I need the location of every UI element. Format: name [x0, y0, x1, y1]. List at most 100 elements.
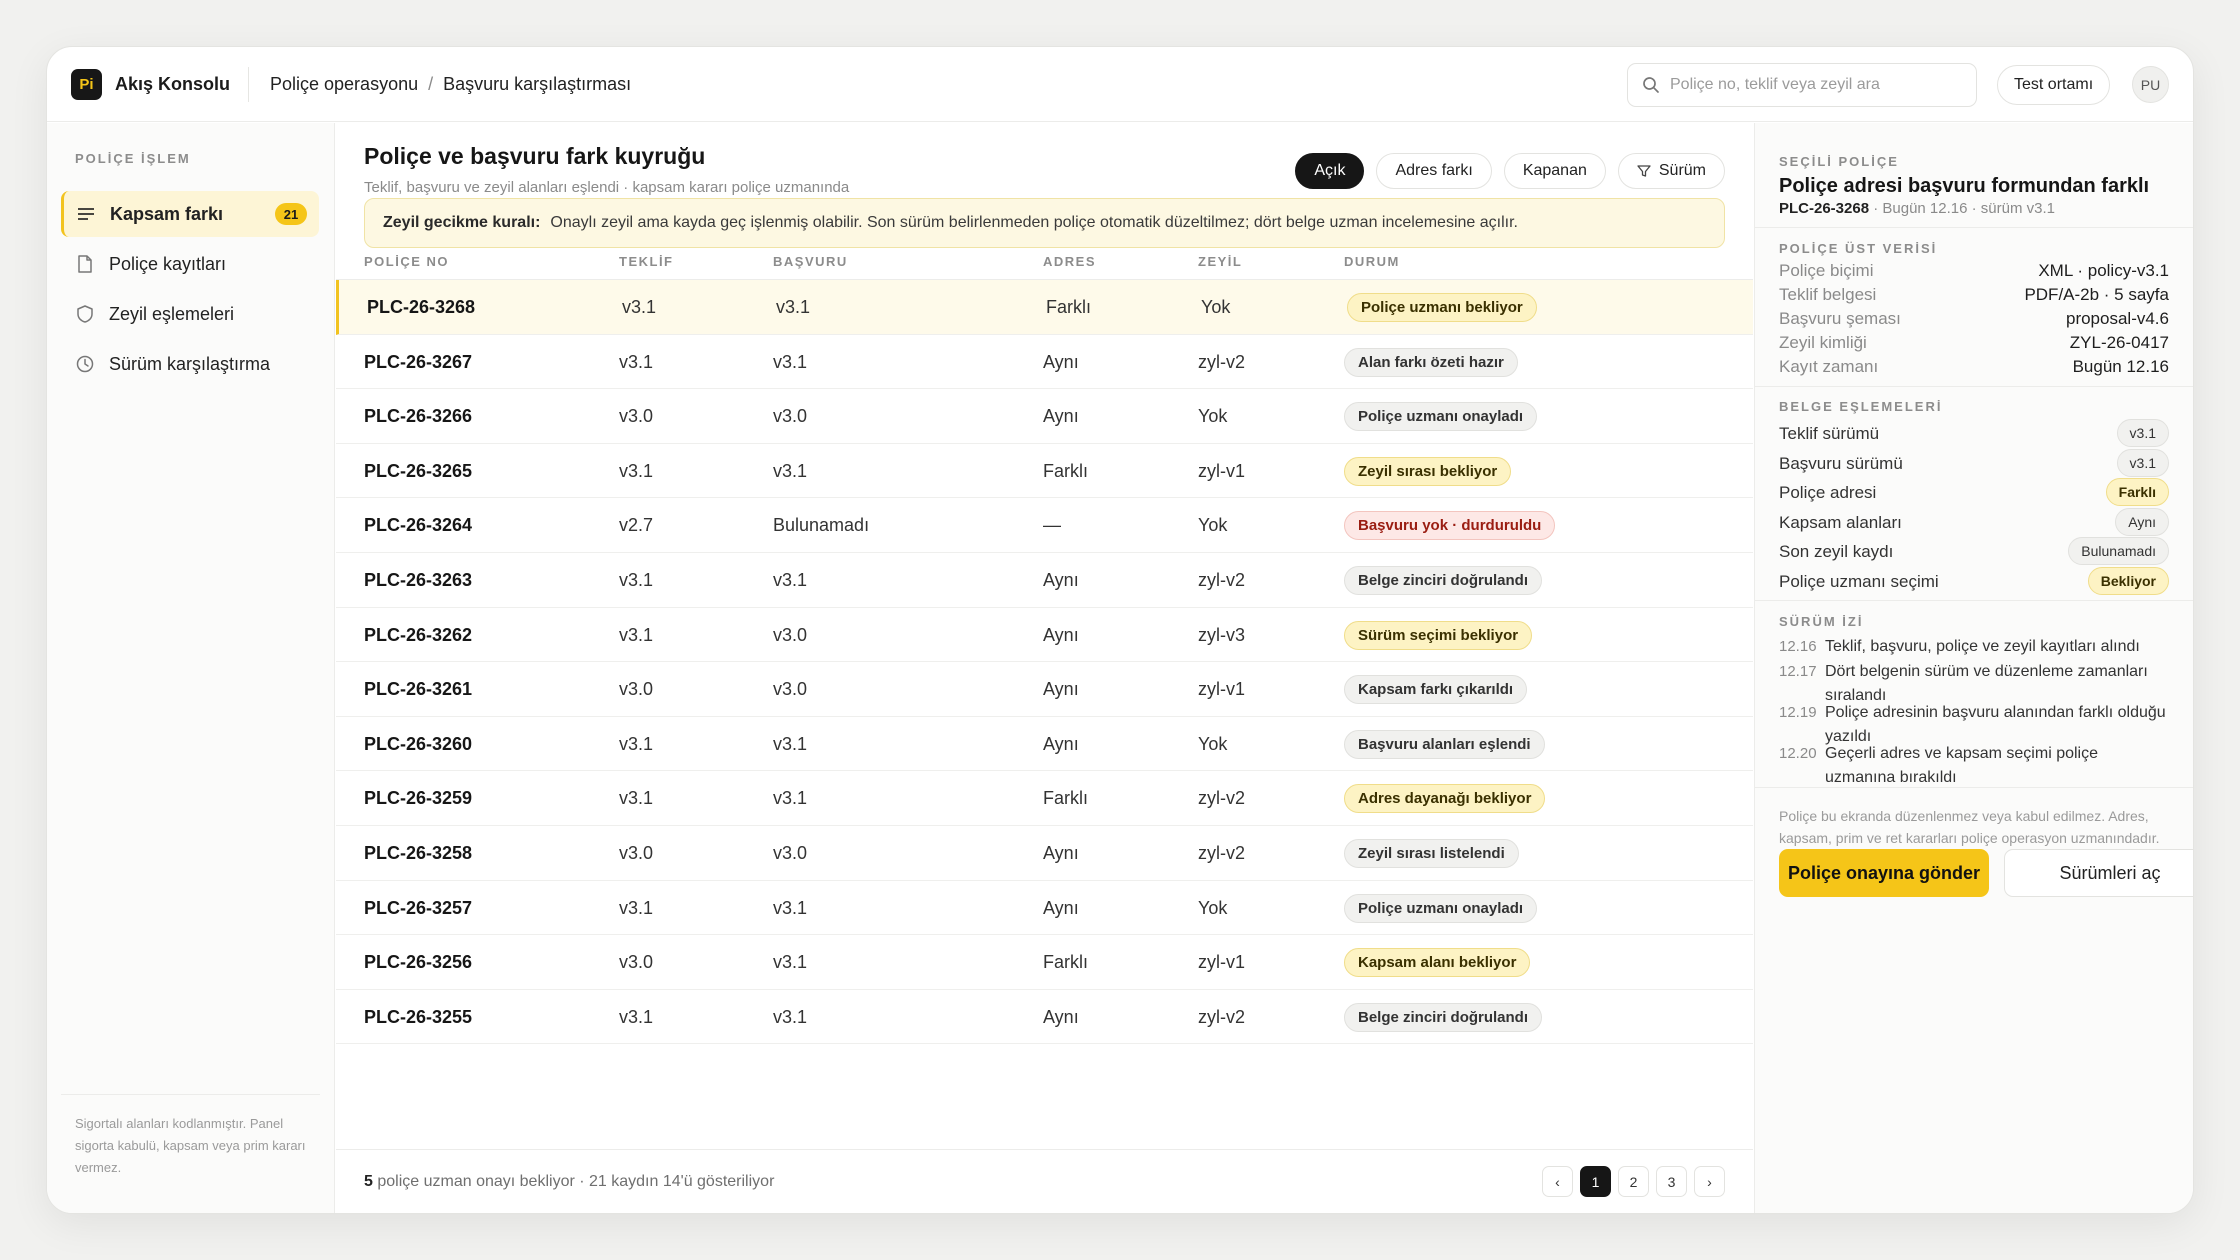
- table-body: PLC-26-3268 v3.1 v3.1 Farklı Yok Poliçe uzman…: [336, 280, 1753, 1045]
- sidebar-item-policy-records[interactable]: Poliçe kayıtları: [61, 241, 319, 287]
- application-version-cell: v3.0: [773, 842, 808, 863]
- quote-version-cell: v3.1: [619, 460, 654, 481]
- table-row[interactable]: PLC-26-3258 v3.0 v3.0 Aynı zyl-v2 Zeyil sıras…: [336, 826, 1753, 881]
- policy-number-cell: PLC-26-3257: [364, 897, 473, 918]
- metadata-key: Poliçe biçimi: [1779, 261, 1874, 280]
- sidebar-item-label: Kapsam farkı: [110, 203, 224, 224]
- address-cell: Farklı: [1043, 788, 1088, 809]
- column-header-application[interactable]: BAŞVURU: [773, 254, 848, 269]
- mapping-value-badge: v3.1: [2116, 448, 2169, 477]
- filter-version[interactable]: Sürüm: [1617, 153, 1725, 189]
- table-row[interactable]: PLC-26-3255 v3.1 v3.1 Aynı zyl-v2 Belge zinci…: [336, 990, 1753, 1045]
- search-input[interactable]: [1670, 76, 1960, 94]
- top-bar: Pi Akış Konsolu Poliçe operasyonu / Başv…: [47, 47, 2193, 122]
- page-subtitle: Teklif, başvuru ve zeyil alanları eşlend…: [364, 179, 850, 196]
- metadata-heading: POLİÇE ÜST VERİSİ: [1779, 241, 1938, 256]
- selected-policy-title: Poliçe adresi başvuru formundan farklı: [1779, 175, 2150, 197]
- breadcrumb-item-comparison: Başvuru karşılaştırması: [443, 74, 632, 94]
- filter-closed[interactable]: Kapanan: [1503, 153, 1606, 189]
- breadcrumb-item-policy-ops[interactable]: Poliçe operasyonu: [270, 74, 418, 95]
- filter-address-diff[interactable]: Adres farkı: [1376, 153, 1492, 189]
- environment-button[interactable]: Test ortamı: [1997, 65, 2111, 105]
- panel-divider: [1755, 600, 2193, 601]
- page-2-button[interactable]: 2: [1618, 1166, 1649, 1197]
- endorsement-cell: zyl-v2: [1198, 842, 1246, 863]
- address-cell: Farklı: [1043, 952, 1088, 973]
- table-header: POLİÇE NO TEKLİF BAŞVURU ADRES ZEYİL DUR…: [336, 240, 1753, 280]
- table-row[interactable]: PLC-26-3267 v3.1 v3.1 Aynı zyl-v2 Alan farkı …: [336, 335, 1753, 390]
- sidebar-item-coverage-diff[interactable]: Kapsam farkı 21: [61, 191, 319, 237]
- filter-icon: [1637, 165, 1651, 177]
- status-badge: Zeyil sırası listelendi: [1344, 838, 1519, 868]
- policy-number-cell: PLC-26-3258: [364, 842, 473, 863]
- policy-number-cell: PLC-26-3261: [364, 679, 473, 700]
- panel-disclaimer: Poliçe bu ekranda düzenlenmez veya kabul…: [1779, 808, 2160, 846]
- table-row[interactable]: PLC-26-3260 v3.1 v3.1 Aynı Yok Başvuru alanla…: [336, 717, 1753, 772]
- policy-number-cell: PLC-26-3264: [364, 515, 473, 536]
- address-cell: Aynı: [1043, 569, 1079, 590]
- application-version-cell: v3.1: [773, 1006, 808, 1027]
- application-version-cell: v3.1: [773, 569, 808, 590]
- application-version-cell: v3.1: [773, 733, 808, 754]
- quote-version-cell: v2.7: [619, 515, 654, 536]
- sidebar-note: Sigortalı alanları kodlanmıştır. Panel s…: [75, 1116, 306, 1175]
- mapping-row: Kapsam alanları Aynı: [1779, 507, 2169, 538]
- table-row[interactable]: PLC-26-3261 v3.0 v3.0 Aynı zyl-v1 Kapsam fark…: [336, 662, 1753, 717]
- endorsement-cell: zyl-v2: [1198, 569, 1246, 590]
- sidebar-item-version-compare[interactable]: Sürüm karşılaştırma: [61, 341, 319, 387]
- status-badge: Belge zinciri doğrulandı: [1344, 565, 1543, 595]
- application-version-cell: v3.1: [773, 788, 808, 809]
- version-trail-entry: 12.20 Geçerli adres ve kapsam seçimi poli…: [1779, 742, 2169, 790]
- page-title: Poliçe ve başvuru fark kuyruğu: [364, 143, 706, 169]
- address-cell: Aynı: [1043, 1006, 1079, 1027]
- quote-version-cell: v3.1: [619, 624, 654, 645]
- selected-policy-label: SEÇİLİ POLİÇE: [1779, 154, 1899, 169]
- column-header-quote[interactable]: TEKLİF: [619, 254, 674, 269]
- table-row[interactable]: PLC-26-3257 v3.1 v3.1 Aynı Yok Poliçe uzmanı …: [336, 881, 1753, 936]
- column-header-status[interactable]: DURUM: [1344, 254, 1400, 269]
- table-row[interactable]: PLC-26-3264 v2.7 Bulunamadı — Yok Başvuru yok…: [336, 498, 1753, 553]
- status-badge: Alan farkı özeti hazır: [1344, 347, 1518, 377]
- quote-version-cell: v3.1: [619, 569, 654, 590]
- table-row[interactable]: PLC-26-3256 v3.0 v3.1 Farklı zyl-v1 Kapsam al…: [336, 935, 1753, 990]
- column-header-policy-no[interactable]: POLİÇE NO: [364, 254, 449, 269]
- page-1-button[interactable]: 1: [1580, 1166, 1611, 1197]
- column-header-endorsement[interactable]: ZEYİL: [1198, 254, 1242, 269]
- status-badge: Adres dayanağı bekliyor: [1344, 784, 1546, 814]
- metadata-value: ZYL-26-0417: [2069, 333, 2169, 352]
- document-icon: [78, 255, 92, 273]
- status-badge: Kapsam farkı çıkarıldı: [1344, 675, 1528, 705]
- table-row[interactable]: PLC-26-3259 v3.1 v3.1 Farklı zyl-v2 Adres day…: [336, 771, 1753, 826]
- next-page-button[interactable]: ›: [1694, 1166, 1725, 1197]
- table-row[interactable]: PLC-26-3263 v3.1 v3.1 Aynı zyl-v2 Belge zinci…: [336, 553, 1753, 608]
- address-cell: Aynı: [1043, 842, 1079, 863]
- endorsement-cell: zyl-v1: [1198, 952, 1246, 973]
- user-avatar[interactable]: PU: [2132, 66, 2169, 103]
- metadata-value: XML · policy-v3.1: [2038, 261, 2169, 280]
- policy-number-cell: PLC-26-3267: [364, 351, 473, 372]
- metadata-value: Bugün 12.16: [2072, 357, 2169, 376]
- filter-open[interactable]: Açık: [1295, 153, 1365, 189]
- sidebar-item-endorsement-mapping[interactable]: Zeyil eşlemeleri: [61, 291, 319, 337]
- application-version-cell: v3.1: [773, 952, 808, 973]
- quote-version-cell: v3.0: [619, 679, 654, 700]
- mapping-value-badge: Aynı: [2115, 507, 2169, 536]
- main-content: Poliçe ve başvuru fark kuyruğu Teklif, b…: [336, 123, 1753, 1213]
- prev-page-button[interactable]: ‹: [1542, 1166, 1573, 1197]
- filter-bar: Açık Adres farkı Kapanan Sürüm: [1295, 153, 1725, 189]
- table-row[interactable]: PLC-26-3268 v3.1 v3.1 Farklı Yok Poliçe uzman…: [336, 280, 1753, 335]
- page-3-button[interactable]: 3: [1656, 1166, 1687, 1197]
- application-version-cell: v3.1: [773, 351, 808, 372]
- status-badge: Kapsam alanı bekliyor: [1344, 948, 1531, 978]
- table-row[interactable]: PLC-26-3266 v3.0 v3.0 Aynı Yok Poliçe uzmanı …: [336, 389, 1753, 444]
- endorsement-cell: Yok: [1198, 406, 1228, 427]
- endorsement-cell: zyl-v1: [1198, 679, 1246, 700]
- send-for-approval-button[interactable]: Poliçe onayına gönder: [1779, 849, 1989, 897]
- search-box[interactable]: [1627, 63, 1977, 107]
- column-header-address[interactable]: ADRES: [1043, 254, 1096, 269]
- table-row[interactable]: PLC-26-3262 v3.1 v3.0 Aynı zyl-v3 Sürüm seçim…: [336, 608, 1753, 663]
- topbar-divider: [248, 67, 249, 102]
- sidebar-item-label: Zeyil eşlemeleri: [109, 303, 235, 324]
- table-row[interactable]: PLC-26-3265 v3.1 v3.1 Farklı zyl-v1 Zeyil sır…: [336, 444, 1753, 499]
- open-versions-button[interactable]: Sürümleri aç: [2004, 849, 2193, 897]
